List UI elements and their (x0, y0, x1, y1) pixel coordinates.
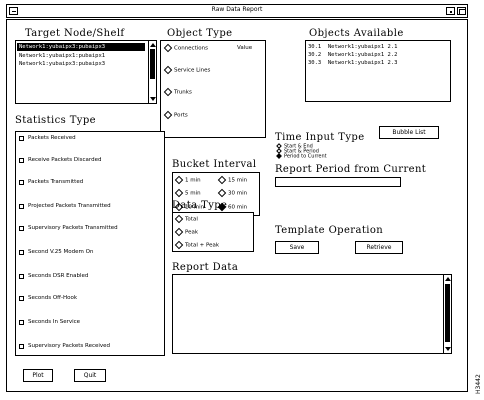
list-item[interactable]: 30.1 Network1:yubaipx1 2.1 (308, 43, 397, 51)
stat-option[interactable]: Seconds Off-Hook (16, 295, 164, 305)
stat-option[interactable]: Seconds DSR Enabled (16, 273, 164, 283)
time-input-options: Start & End Start & Period Period to Cur… (275, 143, 370, 162)
object-type-connections[interactable]: Connections (163, 43, 208, 53)
interval-30-min[interactable]: 30 min (217, 188, 247, 198)
checkbox-icon[interactable] (19, 204, 24, 209)
list-item[interactable]: Network1:yubaipx3:pubaipx3 (17, 60, 105, 68)
data-type-total-peak[interactable]: Total + Peak (174, 240, 219, 250)
target-node-scrollbar[interactable] (148, 41, 156, 103)
maximize-icon[interactable] (457, 7, 466, 15)
data-type-total[interactable]: Total (174, 214, 198, 224)
quit-button[interactable]: Quit (74, 369, 106, 382)
interval-5-min[interactable]: 5 min (174, 188, 201, 198)
target-node-heading: Target Node/Shelf (25, 28, 125, 39)
radio-icon[interactable] (174, 175, 184, 185)
interval-1-min[interactable]: 1 min (174, 175, 201, 185)
statistics-type-heading: Statistics Type (15, 115, 96, 126)
radio-icon[interactable] (163, 43, 173, 53)
report-window: Target Node/Shelf Network1:yubaipx3:puba… (6, 19, 468, 392)
template-operation-heading: Template Operation (275, 225, 384, 236)
interval-15-min[interactable]: 15 min (217, 175, 247, 185)
list-item[interactable]: Network1:yubaipx1:pubaipx1 (17, 52, 105, 60)
time-option-period-current[interactable]: Period to Current (276, 153, 327, 160)
checkbox-icon[interactable] (19, 158, 24, 163)
scroll-up-icon[interactable] (150, 43, 156, 47)
stat-option[interactable]: Receive Packets Discarded (16, 157, 164, 167)
stat-option[interactable]: Packets Transmitted (16, 179, 164, 189)
stat-option[interactable]: Projected Packets Transmitted (16, 203, 164, 213)
save-button[interactable]: Save (275, 241, 319, 254)
report-period-heading: Report Period from Current (275, 164, 427, 175)
target-node-list[interactable]: Network1:yubaipx3:pubaipx3 Network1:yuba… (15, 40, 157, 104)
checkbox-icon[interactable] (19, 296, 24, 301)
figure-id: H3442 (475, 374, 482, 394)
statistics-type-group: Packets Received Receive Packets Discard… (15, 131, 165, 356)
object-type-ports[interactable]: Ports (163, 110, 188, 120)
radio-icon[interactable] (163, 110, 173, 120)
stat-option[interactable]: Supervisory Packets Transmitted (16, 225, 164, 235)
radio-icon[interactable] (217, 175, 227, 185)
value-label: Value (237, 45, 253, 51)
objects-available-list[interactable]: 30.1 Network1:yubaipx1 2.1 30.2 Network1… (305, 40, 451, 102)
title-bar: Raw Data Report (6, 4, 468, 18)
checkbox-icon[interactable] (19, 136, 24, 141)
scroll-down-icon[interactable] (445, 347, 451, 351)
report-data-heading: Report Data (172, 262, 239, 273)
bucket-interval-heading: Bucket Interval (172, 159, 257, 170)
report-data-area[interactable] (172, 274, 452, 354)
minimize-icon[interactable] (446, 7, 455, 15)
list-item[interactable]: 30.2 Network1:yubaipx1 2.2 (308, 51, 397, 59)
time-input-type-heading: Time Input Type (275, 132, 365, 143)
scroll-thumb[interactable] (150, 49, 155, 79)
scroll-up-icon[interactable] (445, 277, 451, 281)
stat-option[interactable]: Supervisory Packets Received (16, 343, 164, 353)
report-period-input[interactable] (275, 177, 401, 187)
object-type-heading: Object Type (167, 28, 233, 39)
radio-icon[interactable] (174, 214, 184, 224)
object-type-group: Connections Service Lines Trunks Ports V… (160, 40, 266, 138)
object-type-service-lines[interactable]: Service Lines (163, 65, 210, 75)
radio-icon[interactable] (174, 188, 184, 198)
checkbox-icon[interactable] (19, 320, 24, 325)
checkbox-icon[interactable] (19, 180, 24, 185)
retrieve-button[interactable]: Retrieve (355, 241, 403, 254)
checkbox-icon[interactable] (19, 274, 24, 279)
checkbox-icon[interactable] (19, 344, 24, 349)
objects-available-heading: Objects Available (309, 28, 404, 39)
radio-icon[interactable] (163, 65, 173, 75)
data-type-heading: Data Type (172, 200, 228, 211)
stat-option[interactable]: Seconds In Service (16, 319, 164, 329)
radio-icon[interactable] (163, 87, 173, 97)
stat-option[interactable]: Second V.25 Modem On (16, 249, 164, 259)
scroll-thumb[interactable] (445, 284, 450, 342)
checkbox-icon[interactable] (19, 250, 24, 255)
radio-icon[interactable] (217, 188, 227, 198)
checkbox-icon[interactable] (19, 226, 24, 231)
object-type-trunks[interactable]: Trunks (163, 87, 192, 97)
radio-icon[interactable] (174, 240, 184, 250)
data-type-group: Total Peak Total + Peak (172, 212, 254, 252)
window-title: Raw Data Report (211, 6, 263, 13)
data-type-peak[interactable]: Peak (174, 227, 198, 237)
plot-button[interactable]: Plot (23, 369, 53, 382)
list-item[interactable]: 30.3 Network1:yubaipx1 2.3 (308, 59, 397, 67)
report-data-scrollbar[interactable] (443, 275, 451, 353)
stat-option[interactable]: Packets Received (16, 135, 164, 145)
list-item[interactable]: Network1:yubaipx3:pubaipx3 (17, 43, 145, 51)
scroll-down-icon[interactable] (150, 97, 156, 101)
bubble-list-button[interactable]: Bubble List (379, 126, 439, 139)
radio-selected-icon[interactable] (276, 153, 282, 159)
radio-icon[interactable] (174, 227, 184, 237)
